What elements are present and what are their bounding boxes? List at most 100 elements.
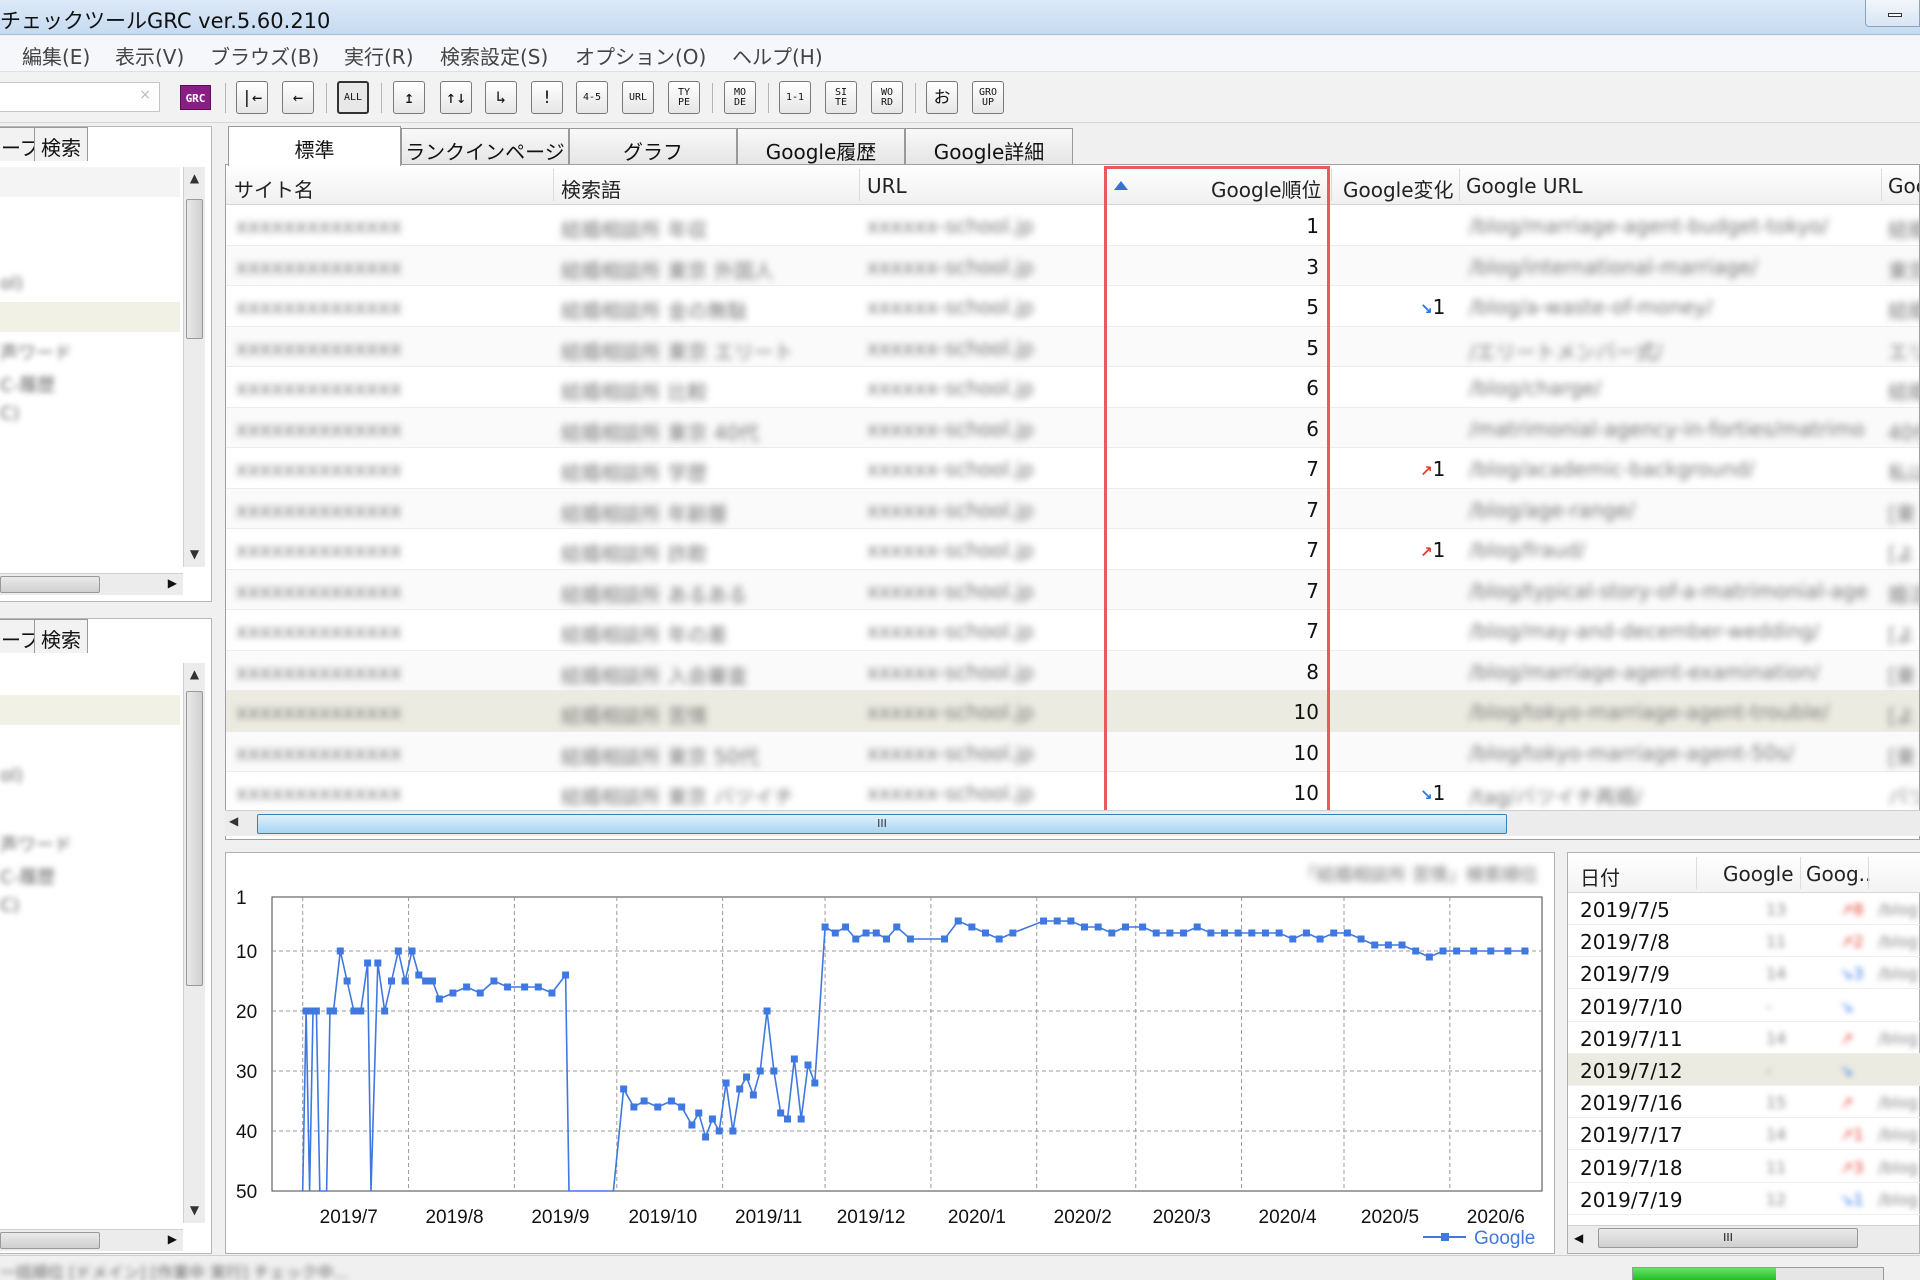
column-google-rank[interactable]: Google順位: [1211, 174, 1322, 203]
scroll-right-icon[interactable]: ▶: [168, 576, 177, 590]
column-google-url[interactable]: Google URL: [1466, 174, 1583, 198]
tab-google-history[interactable]: Google履歴: [737, 128, 905, 164]
back-icon[interactable]: ←: [282, 81, 314, 114]
history-horizontal-scrollbar[interactable]: ◀ III: [1568, 1225, 1919, 1253]
minimize-button[interactable]: [1865, 0, 1920, 27]
table-row[interactable]: xxxxxxxxxxxxxx 結婚相談所 東京 40代 xxxxxx-school.…: [226, 407, 1919, 448]
tab-rank-in-pages[interactable]: ランクインページ: [401, 128, 569, 164]
corner-icon[interactable]: ↳: [485, 81, 517, 114]
all-button[interactable]: ALL: [337, 81, 369, 114]
scrollbar-thumb[interactable]: [186, 199, 203, 339]
history-row[interactable]: 2019/7/16 15 ↗ /blog: [1568, 1086, 1920, 1119]
menu-browse[interactable]: ブラウズ(B): [210, 41, 319, 70]
menu-run[interactable]: 実行(R): [344, 41, 414, 70]
history-row[interactable]: 2019/7/5 13 ↗8/blog: [1568, 893, 1920, 925]
column-google-url[interactable]: Goog..: [1806, 862, 1871, 886]
history-row[interactable]: 2019/7/18 11 ↗3/blog: [1568, 1151, 1920, 1183]
group-button[interactable]: GRO UP: [972, 81, 1004, 114]
one-one-button[interactable]: 1-1: [779, 81, 811, 114]
scrollbar-thumb[interactable]: III: [257, 814, 1507, 834]
history-row[interactable]: 2019/7/19 12 ↘1/blog: [1568, 1183, 1920, 1215]
menu-edit[interactable]: 編集(E): [22, 41, 90, 70]
list-item[interactable]: ol): [0, 761, 180, 791]
history-row[interactable]: 2019/7/9 14 ↘3/blog: [1568, 957, 1920, 990]
table-row[interactable]: xxxxxxxxxxxxxx 結婚相談所 東京 外国人 xxxxxx-school.…: [226, 245, 1919, 286]
list-item[interactable]: C): [0, 891, 180, 921]
history-row[interactable]: 2019/7/17 14 ↗1/blog: [1568, 1118, 1920, 1151]
type-button[interactable]: TY PE: [668, 81, 700, 114]
up-icon[interactable]: ↥: [393, 81, 425, 114]
table-row[interactable]: xxxxxxxxxxxxxx 結婚相談所 金の無駄 xxxxxx-school.jp…: [226, 286, 1919, 327]
menu-help[interactable]: ヘルプ(H): [732, 41, 823, 70]
history-row[interactable]: 2019/7/10 - ↘: [1568, 990, 1920, 1022]
scroll-left-icon[interactable]: ◀: [1574, 1231, 1583, 1245]
table-row[interactable]: xxxxxxxxxxxxxx 結婚相談所 年の差 xxxxxx-school.jp 7…: [226, 610, 1919, 651]
table-horizontal-scrollbar[interactable]: ◀ III: [225, 810, 1920, 836]
column-google[interactable]: Google: [1723, 862, 1794, 886]
scrollbar-thumb[interactable]: III: [1598, 1228, 1858, 1248]
scrollbar-thumb[interactable]: [0, 1232, 100, 1249]
list-item[interactable]: [0, 302, 180, 332]
tab-standard[interactable]: 標準: [228, 126, 401, 166]
horizontal-scrollbar[interactable]: ▶: [0, 573, 183, 595]
scroll-up-icon[interactable]: ▲: [184, 663, 205, 685]
column-url[interactable]: URL: [867, 174, 907, 198]
menu-options[interactable]: オプション(O): [575, 41, 706, 70]
filter-input[interactable]: ×: [0, 82, 160, 112]
column-google-change[interactable]: Google変化: [1343, 174, 1454, 203]
scroll-up-icon[interactable]: ▲: [184, 167, 205, 189]
scroll-down-icon[interactable]: ▼: [184, 543, 205, 565]
table-row[interactable]: xxxxxxxxxxxxxx 結婚相談所 年収 xxxxxx-school.jp 1 /…: [226, 205, 1919, 246]
tab-search[interactable]: 検索: [34, 127, 88, 161]
clear-icon[interactable]: ×: [139, 87, 151, 103]
column-keyword[interactable]: 検索語: [561, 174, 621, 203]
horizontal-scrollbar[interactable]: ▶: [0, 1229, 183, 1251]
list-item[interactable]: 声ワード: [0, 335, 180, 365]
menu-search-settings[interactable]: 検索設定(S): [440, 41, 548, 70]
first-icon[interactable]: |←: [236, 81, 268, 114]
table-row[interactable]: xxxxxxxxxxxxxx 結婚相談所 学歴 xxxxxx-school.jp 7 ↗…: [226, 448, 1919, 489]
word-button[interactable]: WO RD: [871, 81, 903, 114]
column-google-more[interactable]: Goo: [1888, 174, 1919, 198]
updown-icon[interactable]: ↑↓: [440, 81, 472, 114]
vertical-scrollbar[interactable]: ▲ ▼: [183, 167, 205, 567]
table-row[interactable]: xxxxxxxxxxxxxx 結婚相談所 比較 xxxxxx-school.jp 6 /…: [226, 367, 1919, 408]
tab-graph[interactable]: グラフ: [569, 128, 737, 164]
list-item[interactable]: C-履歴: [0, 367, 180, 397]
list-item[interactable]: [0, 167, 180, 197]
table-row[interactable]: xxxxxxxxxxxxxx 結婚相談所 東京 50代 xxxxxx-school.…: [226, 731, 1919, 772]
tab-search[interactable]: 検索: [34, 619, 88, 653]
history-row[interactable]: 2019/7/8 11 ↗2/blog: [1568, 925, 1920, 958]
table-row[interactable]: xxxxxxxxxxxxxx 結婚相談所 詐欺 xxxxxx-school.jp 7 ↗…: [226, 529, 1919, 570]
scroll-left-icon[interactable]: ◀: [229, 814, 238, 828]
table-row[interactable]: xxxxxxxxxxxxxx 結婚相談所 あるある xxxxxx-school.jp…: [226, 569, 1919, 610]
exclamation-icon[interactable]: !: [531, 81, 563, 114]
column-date[interactable]: 日付: [1580, 862, 1620, 891]
history-row[interactable]: 2019/7/11 14 ↗ /blog: [1568, 1022, 1920, 1054]
scrollbar-thumb[interactable]: [0, 576, 100, 593]
history-row[interactable]: 2019/7/12 - ↘: [1568, 1054, 1920, 1086]
grc-logo[interactable]: GRC: [180, 85, 211, 110]
tab-google-detail[interactable]: Google詳細: [905, 128, 1073, 164]
vertical-scrollbar[interactable]: ▲ ▼: [183, 663, 205, 1223]
table-row[interactable]: xxxxxxxxxxxxxx 結婚相談所 東京 バツイチ xxxxxx-school…: [226, 772, 1919, 813]
list-item[interactable]: ol): [0, 269, 180, 299]
site-button[interactable]: SI TE: [825, 81, 857, 114]
table-row[interactable]: xxxxxxxxxxxxxx 結婚相談所 入会審査 xxxxxx-school.jp…: [226, 650, 1919, 691]
url-button[interactable]: URL: [622, 81, 654, 114]
table-row[interactable]: xxxxxxxxxxxxxx 結婚相談所 東京 エリート xxxxxx-school…: [226, 326, 1919, 367]
scroll-right-icon[interactable]: ▶: [168, 1232, 177, 1246]
range-button[interactable]: 4-5: [576, 81, 608, 114]
list-item[interactable]: [0, 695, 180, 725]
table-row[interactable]: xxxxxxxxxxxxxx 結婚相談所 苦情 xxxxxx-school.jp 10…: [226, 691, 1919, 732]
scroll-down-icon[interactable]: ▼: [184, 1199, 205, 1221]
column-site-name[interactable]: サイト名: [234, 174, 314, 203]
list-item[interactable]: 声ワード: [0, 827, 180, 857]
o-button[interactable]: お: [926, 81, 958, 114]
table-row[interactable]: xxxxxxxxxxxxxx 結婚相談所 年齢層 xxxxxx-school.jp 7…: [226, 488, 1919, 529]
menu-view[interactable]: 表示(V): [115, 41, 184, 70]
list-item[interactable]: C-履歴: [0, 859, 180, 889]
scrollbar-thumb[interactable]: [186, 691, 203, 986]
list-item[interactable]: C): [0, 399, 180, 429]
mode-button[interactable]: MO DE: [724, 81, 756, 114]
